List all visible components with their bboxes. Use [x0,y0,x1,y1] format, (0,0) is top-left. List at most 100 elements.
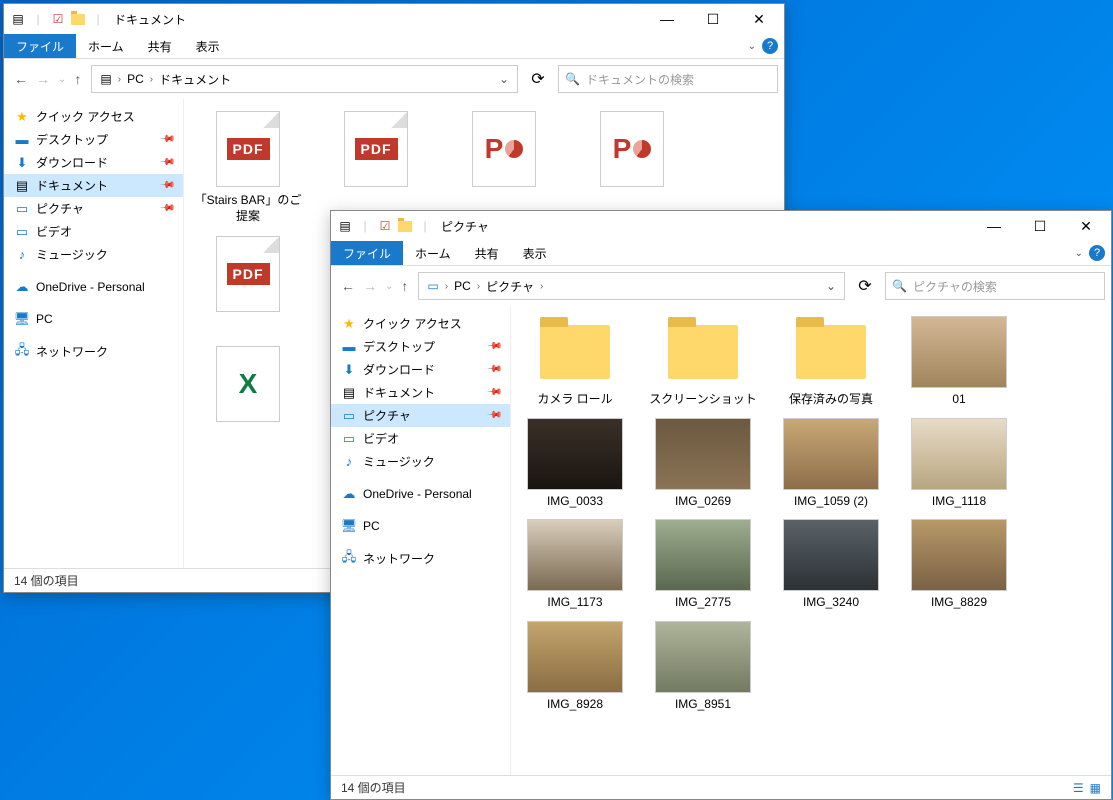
sidebar-item-documents[interactable]: ▤ドキュメント📌 [331,381,510,404]
picture-icon: ▭ [14,201,30,217]
forward-button[interactable]: → [36,71,50,87]
maximize-button[interactable]: ☐ [690,4,736,34]
sidebar-onedrive[interactable]: ☁OneDrive - Personal [331,483,510,505]
properties-icon[interactable]: ▤ [337,218,353,234]
file-item[interactable]: 保存済みの写真 [777,316,885,408]
sidebar-item-music[interactable]: ♪ミュージック [4,243,183,266]
tab-view[interactable]: 表示 [511,241,559,265]
forward-button[interactable]: → [363,278,377,294]
help-icon[interactable]: ? [1089,245,1105,261]
sidebar-quick-access[interactable]: ★クイック アクセス [4,105,183,128]
bc-current[interactable]: ドキュメント [155,71,235,88]
tab-file[interactable]: ファイル [331,241,403,265]
file-item[interactable]: IMG_1173 [521,519,629,611]
file-item[interactable]: IMG_0033 [521,418,629,510]
search-placeholder: ドキュメントの検索 [586,71,694,88]
sidebar-item-label: ネットワーク [363,550,435,567]
check-icon[interactable]: ☑ [50,11,66,27]
file-item[interactable]: PDF [322,109,430,224]
file-item[interactable]: スクリーンショット [649,316,757,408]
bc-pc[interactable]: PC [123,72,148,86]
bc-root-icon[interactable]: ▭ [423,279,442,293]
file-item[interactable]: IMG_1059 (2) [777,418,885,510]
chevron-right-icon: › [150,74,153,85]
recent-dropdown[interactable]: ⌄ [58,74,66,85]
close-button[interactable]: ✕ [736,4,782,34]
path-dropdown-icon[interactable]: ⌄ [822,279,840,293]
sidebar-item-music[interactable]: ♪ミュージック [331,450,510,473]
sidebar-item-downloads[interactable]: ⬇ダウンロード📌 [4,151,183,174]
sidebar-item-pictures[interactable]: ▭ピクチャ📌 [331,404,510,427]
file-item[interactable]: IMG_3240 [777,519,885,611]
chevron-right-icon: › [477,281,480,292]
file-item[interactable]: PDF「Stairs BAR」のご提案 [194,109,302,224]
path-dropdown-icon[interactable]: ⌄ [495,72,513,86]
help-icon[interactable]: ? [762,38,778,54]
file-item[interactable]: IMG_8951 [649,621,757,713]
sidebar-pc[interactable]: 🖥PC [331,515,510,537]
sidebar-network[interactable]: 🖧ネットワーク [4,340,183,363]
folder-icon [540,325,610,379]
file-item[interactable]: IMG_8829 [905,519,1013,611]
ribbon-collapse-icon[interactable]: ⌄ [1075,248,1083,259]
content-pane[interactable]: カメラ ロールスクリーンショット保存済みの写真01 IMG_0033IMG_026… [511,306,1111,775]
file-item[interactable]: IMG_1118 [905,418,1013,510]
up-button[interactable]: ↑ [401,278,408,294]
sidebar-onedrive[interactable]: ☁OneDrive - Personal [4,276,183,298]
breadcrumb[interactable]: ▤ › PC › ドキュメント ⌄ [91,65,518,93]
up-button[interactable]: ↑ [74,71,81,87]
folder-icon [668,325,738,379]
minimize-button[interactable]: — [971,211,1017,241]
bc-root-icon[interactable]: ▤ [96,72,115,86]
file-item[interactable]: PDF [194,234,302,334]
file-item[interactable]: カメラ ロール [521,316,629,408]
file-item[interactable]: IMG_0269 [649,418,757,510]
maximize-button[interactable]: ☐ [1017,211,1063,241]
folder-icon [397,218,413,234]
sidebar-pc[interactable]: 🖥PC [4,308,183,330]
bc-pc[interactable]: PC [450,279,475,293]
properties-icon[interactable]: ▤ [10,11,26,27]
tab-view[interactable]: 表示 [184,34,232,58]
large-icons-view-icon[interactable]: ▦ [1090,781,1101,795]
titlebar[interactable]: ▤ | ☑ | ピクチャ — ☐ ✕ [331,211,1111,241]
sidebar-item-videos[interactable]: ▭ビデオ [331,427,510,450]
tab-share[interactable]: 共有 [463,241,511,265]
sidebar-item-videos[interactable]: ▭ビデオ [4,220,183,243]
back-button[interactable]: ← [341,278,355,294]
details-view-icon[interactable]: ☰ [1073,781,1084,795]
bc-current[interactable]: ピクチャ [482,278,538,295]
tab-home[interactable]: ホーム [403,241,463,265]
back-button[interactable]: ← [14,71,28,87]
tab-share[interactable]: 共有 [136,34,184,58]
refresh-button[interactable]: ⟳ [524,65,552,93]
tab-file[interactable]: ファイル [4,34,76,58]
photo-thumbnail [655,418,751,490]
minimize-button[interactable]: — [644,4,690,34]
sidebar-item-documents[interactable]: ▤ドキュメント📌 [4,174,183,197]
ribbon-collapse-icon[interactable]: ⌄ [748,41,756,52]
file-item[interactable]: IMG_8928 [521,621,629,713]
cloud-icon: ☁ [341,486,357,502]
refresh-button[interactable]: ⟳ [851,272,879,300]
sidebar-item-desktop[interactable]: ▬デスクトップ📌 [331,335,510,358]
file-item[interactable]: X [194,344,302,428]
breadcrumb[interactable]: ▭ › PC › ピクチャ › ⌄ [418,272,845,300]
check-icon[interactable]: ☑ [377,218,393,234]
sidebar-network[interactable]: 🖧ネットワーク [331,547,510,570]
titlebar[interactable]: ▤ | ☑ | ドキュメント — ☐ ✕ [4,4,784,34]
sidebar-item-pictures[interactable]: ▭ピクチャ📌 [4,197,183,220]
search-input[interactable]: 🔍 ピクチャの検索 [885,272,1105,300]
sidebar-quick-access[interactable]: ★クイック アクセス [331,312,510,335]
file-item[interactable]: P [578,109,686,224]
tab-home[interactable]: ホーム [76,34,136,58]
sidebar-item-downloads[interactable]: ⬇ダウンロード📌 [331,358,510,381]
recent-dropdown[interactable]: ⌄ [385,281,393,292]
file-item[interactable]: 01 [905,316,1013,408]
close-button[interactable]: ✕ [1063,211,1109,241]
file-item[interactable]: P [450,109,558,224]
search-input[interactable]: 🔍 ドキュメントの検索 [558,65,778,93]
ribbon-right: ⌄ ? [1075,245,1105,261]
file-item[interactable]: IMG_2775 [649,519,757,611]
sidebar-item-desktop[interactable]: ▬デスクトップ📌 [4,128,183,151]
